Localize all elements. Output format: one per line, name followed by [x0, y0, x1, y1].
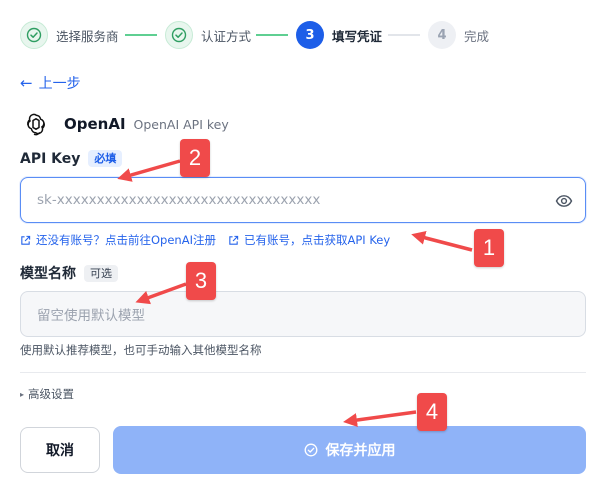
check-circle-icon	[20, 21, 48, 49]
stepper: 选择服务商 认证方式 3 填写凭证 4 完成	[20, 20, 580, 50]
back-link[interactable]: ← 上一步	[20, 73, 81, 93]
annotation-arrow-2	[117, 159, 181, 182]
caret-right-icon: ▸	[20, 389, 25, 399]
step-complete: 4 完成	[428, 20, 489, 50]
register-link[interactable]: 还没有账号？点击前往OpenAI注册	[20, 232, 216, 248]
optional-tag: 可选	[84, 264, 118, 282]
model-name-placeholder: 留空使用默认模型	[37, 308, 145, 324]
credential-form-page: 选择服务商 认证方式 3 填写凭证 4 完成 ← 上一步 OpenAI Open…	[0, 0, 600, 497]
advanced-settings-toggle[interactable]: ▸ 高级设置	[20, 386, 74, 402]
step-label: 完成	[464, 28, 490, 44]
register-link-text: 还没有账号？点击前往OpenAI注册	[36, 233, 216, 247]
save-and-apply-button[interactable]: 保存并应用	[113, 426, 586, 474]
save-and-apply-label: 保存并应用	[325, 443, 396, 459]
eye-icon[interactable]	[555, 192, 573, 210]
get-api-key-link-text: 已有账号，点击获取API Key	[243, 233, 391, 247]
model-hint: 使用默认推荐模型，也可手动输入其他模型名称	[20, 343, 262, 357]
model-name-label-text: 模型名称	[20, 266, 76, 282]
arrow-left-icon: ←	[20, 73, 33, 92]
annotation-arrow-1	[411, 230, 473, 252]
api-key-input[interactable]: sk-xxxxxxxxxxxxxxxxxxxxxxxxxxxxxxxxx	[20, 177, 586, 223]
annotation-badge-2: 2	[180, 139, 210, 177]
annotation-arrows	[117, 159, 473, 427]
step-connector	[125, 34, 157, 36]
api-key-helper-links: 还没有账号？点击前往OpenAI注册 已有账号，点击获取API Key	[20, 232, 390, 248]
step-connector	[388, 34, 420, 36]
step-label: 填写凭证	[332, 28, 383, 44]
check-circle-icon	[165, 21, 193, 49]
annotation-badge-1: 1	[474, 229, 504, 267]
advanced-settings-label: 高级设置	[28, 387, 75, 401]
external-link-icon	[21, 235, 31, 245]
annotation-arrow-4	[343, 410, 417, 427]
external-link-icon	[229, 235, 239, 245]
step-number: 4	[428, 21, 456, 49]
divider	[20, 372, 586, 373]
api-key-label: API Key 必填	[20, 150, 123, 167]
cancel-button[interactable]: 取消	[20, 427, 100, 473]
annotation-badge-3: 3	[186, 262, 216, 300]
step-label: 认证方式	[201, 28, 252, 44]
step-label: 选择服务商	[56, 28, 119, 44]
step-fill-credentials: 3 填写凭证	[296, 20, 382, 50]
api-key-placeholder: sk-xxxxxxxxxxxxxxxxxxxxxxxxxxxxxxxxx	[37, 192, 321, 208]
check-circle-icon	[304, 443, 317, 457]
step-number: 3	[296, 21, 324, 49]
step-select-provider: 选择服务商	[20, 20, 119, 50]
provider-header: OpenAI OpenAI API key	[24, 112, 229, 136]
provider-description: OpenAI API key	[133, 116, 229, 132]
api-key-label-text: API Key	[20, 150, 81, 167]
model-name-input[interactable]: 留空使用默认模型	[20, 291, 586, 337]
step-auth-method: 认证方式	[165, 20, 251, 50]
back-label: 上一步	[38, 76, 81, 92]
annotation-badge-4: 4	[417, 393, 447, 431]
provider-name: OpenAI	[64, 115, 126, 133]
model-name-label: 模型名称 可选	[20, 263, 118, 283]
openai-logo-icon	[27, 113, 45, 136]
get-api-key-link[interactable]: 已有账号，点击获取API Key	[228, 232, 390, 248]
required-tag: 必填	[88, 150, 123, 167]
step-connector	[256, 34, 288, 36]
